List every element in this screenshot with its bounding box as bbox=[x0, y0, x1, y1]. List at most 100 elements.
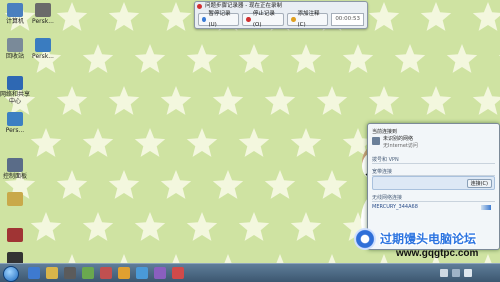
desktop-icon[interactable]: 计算机 bbox=[0, 3, 30, 25]
desktop-icon-image bbox=[7, 228, 23, 242]
stop-record-button[interactable]: 停止记录(O) bbox=[242, 11, 285, 28]
wallpaper-star bbox=[420, 86, 452, 115]
wallpaper-star bbox=[172, 254, 180, 263]
network-tray-icon[interactable] bbox=[452, 269, 460, 277]
desktop-icon[interactable]: Persk... bbox=[28, 38, 58, 60]
wallpaper-star bbox=[264, 170, 296, 199]
signal-strength-icon bbox=[481, 205, 491, 210]
pause-record-button[interactable]: 暂停记录(U) bbox=[198, 11, 240, 28]
desktop-icon-label: 回收站 bbox=[5, 53, 24, 60]
desktop-icon[interactable]: Persk... bbox=[28, 3, 58, 25]
desktop-icon-image bbox=[7, 38, 23, 52]
wallpaper-star bbox=[82, 44, 114, 73]
forum-watermark: 过期馒头电脑论坛 www.gqgtpc.com bbox=[350, 226, 500, 262]
desktop-icon-label: 计算机 bbox=[5, 18, 24, 25]
wallpaper-star bbox=[160, 86, 192, 115]
recorder-title: 问题步骤记录器 - 现在正在录制 bbox=[205, 3, 282, 9]
wallpaper-star bbox=[290, 212, 322, 241]
wallpaper-star bbox=[264, 86, 296, 115]
wallpaper-star bbox=[160, 2, 192, 31]
dialup-vpn-section: 拨号和 VPN bbox=[372, 156, 495, 164]
wallpaper-star bbox=[368, 2, 400, 31]
desktop-icon-label: Pers... bbox=[5, 127, 25, 134]
wallpaper-star bbox=[420, 2, 452, 31]
app-icon-3[interactable] bbox=[118, 267, 130, 279]
wallpaper-star bbox=[472, 86, 500, 115]
explorer-icon[interactable] bbox=[46, 267, 58, 279]
recorder-title-bar: 问题步骤记录器 - 现在正在录制 bbox=[195, 2, 367, 11]
wallpaper-star bbox=[238, 212, 270, 241]
desktop: 计算机 Persk... 回收站 Persk... 网络和共享中心 Pers... 控制面板… bbox=[0, 0, 500, 263]
desktop-icon-image bbox=[7, 3, 23, 17]
wallpaper-star bbox=[316, 170, 348, 199]
wallpaper-star bbox=[290, 128, 322, 157]
wallpaper-star bbox=[108, 170, 140, 199]
wallpaper-star bbox=[186, 44, 218, 73]
wallpaper-star bbox=[56, 86, 88, 115]
wallpaper-star bbox=[276, 254, 284, 263]
recorder-taskbar-icon[interactable] bbox=[172, 267, 184, 279]
add-comment-button[interactable]: 添加注释(C) bbox=[287, 11, 329, 28]
app-icon-2[interactable] bbox=[100, 267, 112, 279]
wallpaper-star bbox=[30, 128, 62, 157]
wallpaper-star bbox=[134, 44, 166, 73]
desktop-icon[interactable]: 回收站 bbox=[0, 38, 30, 60]
current-connection-label: 当前连接到 bbox=[372, 129, 398, 135]
wallpaper-star bbox=[290, 44, 322, 73]
desktop-icon[interactable]: 控制面板 bbox=[0, 158, 30, 180]
wallpaper-star bbox=[446, 44, 478, 73]
desktop-icon[interactable] bbox=[0, 192, 30, 207]
forum-logo-icon bbox=[354, 228, 376, 250]
desktop-icon-label: Persk... bbox=[32, 18, 54, 25]
wallpaper-star bbox=[238, 44, 270, 73]
wifi-network-item[interactable]: MERCURY_344A68 bbox=[372, 204, 495, 213]
wallpaper-star bbox=[186, 212, 218, 241]
desktop-icon[interactable] bbox=[0, 228, 30, 243]
record-icon bbox=[197, 4, 202, 9]
comment-icon bbox=[291, 17, 296, 22]
wallpaper-star bbox=[394, 44, 426, 73]
wallpaper-star bbox=[82, 212, 114, 241]
wallpaper-star bbox=[56, 2, 88, 31]
desktop-icon-image bbox=[7, 76, 23, 90]
wallpaper-star bbox=[134, 128, 166, 157]
volume-tray-icon[interactable] bbox=[464, 269, 472, 277]
wallpaper-star bbox=[68, 254, 76, 263]
wallpaper-star bbox=[134, 212, 166, 241]
desktop-icon-label: Persk... bbox=[32, 53, 54, 60]
broadband-connection-item[interactable]: 连接(C) bbox=[372, 176, 495, 190]
wallpaper-star bbox=[120, 254, 128, 263]
desktop-icon-image bbox=[35, 38, 51, 52]
media-player-icon[interactable] bbox=[64, 267, 76, 279]
wireless-section: 无线网络连接 bbox=[372, 194, 495, 202]
wallpaper-star bbox=[108, 2, 140, 31]
desktop-icon[interactable]: 网络和共享中心 bbox=[0, 76, 30, 105]
tray-icon[interactable] bbox=[440, 269, 448, 277]
wallpaper-star bbox=[472, 2, 500, 31]
ie-icon[interactable] bbox=[28, 267, 40, 279]
network-name: 未识别的网络 bbox=[383, 136, 414, 142]
wallpaper-star bbox=[82, 128, 114, 157]
taskbar bbox=[0, 263, 500, 282]
app-icon-5[interactable] bbox=[154, 267, 166, 279]
network-status: 无Internet访问 bbox=[383, 143, 418, 149]
desktop-icon[interactable]: Pers... bbox=[0, 112, 30, 134]
wallpaper-star bbox=[342, 44, 374, 73]
wifi-name: MERCURY_344A68 bbox=[372, 204, 418, 210]
recording-timer: 00:00:53 bbox=[331, 13, 365, 26]
current-network-item[interactable]: 未识别的网络 无Internet访问 bbox=[372, 135, 495, 151]
steps-recorder-window: 问题步骤记录器 - 现在正在录制 暂停记录(U) 停止记录(O) 添加注释(C)… bbox=[194, 1, 368, 29]
wallpaper-star bbox=[56, 170, 88, 199]
app-icon[interactable] bbox=[82, 267, 94, 279]
wallpaper-star bbox=[108, 86, 140, 115]
wallpaper-star bbox=[212, 170, 244, 199]
desktop-icon-image bbox=[7, 158, 23, 172]
app-icon-4[interactable] bbox=[136, 267, 148, 279]
start-button[interactable] bbox=[3, 266, 19, 282]
desktop-icon[interactable] bbox=[0, 252, 30, 263]
network-icon bbox=[372, 137, 380, 145]
desktop-icon-image bbox=[7, 252, 23, 263]
wallpaper-star bbox=[328, 254, 336, 263]
desktop-icon-image bbox=[7, 192, 23, 206]
connect-button[interactable]: 连接(C) bbox=[466, 179, 492, 188]
